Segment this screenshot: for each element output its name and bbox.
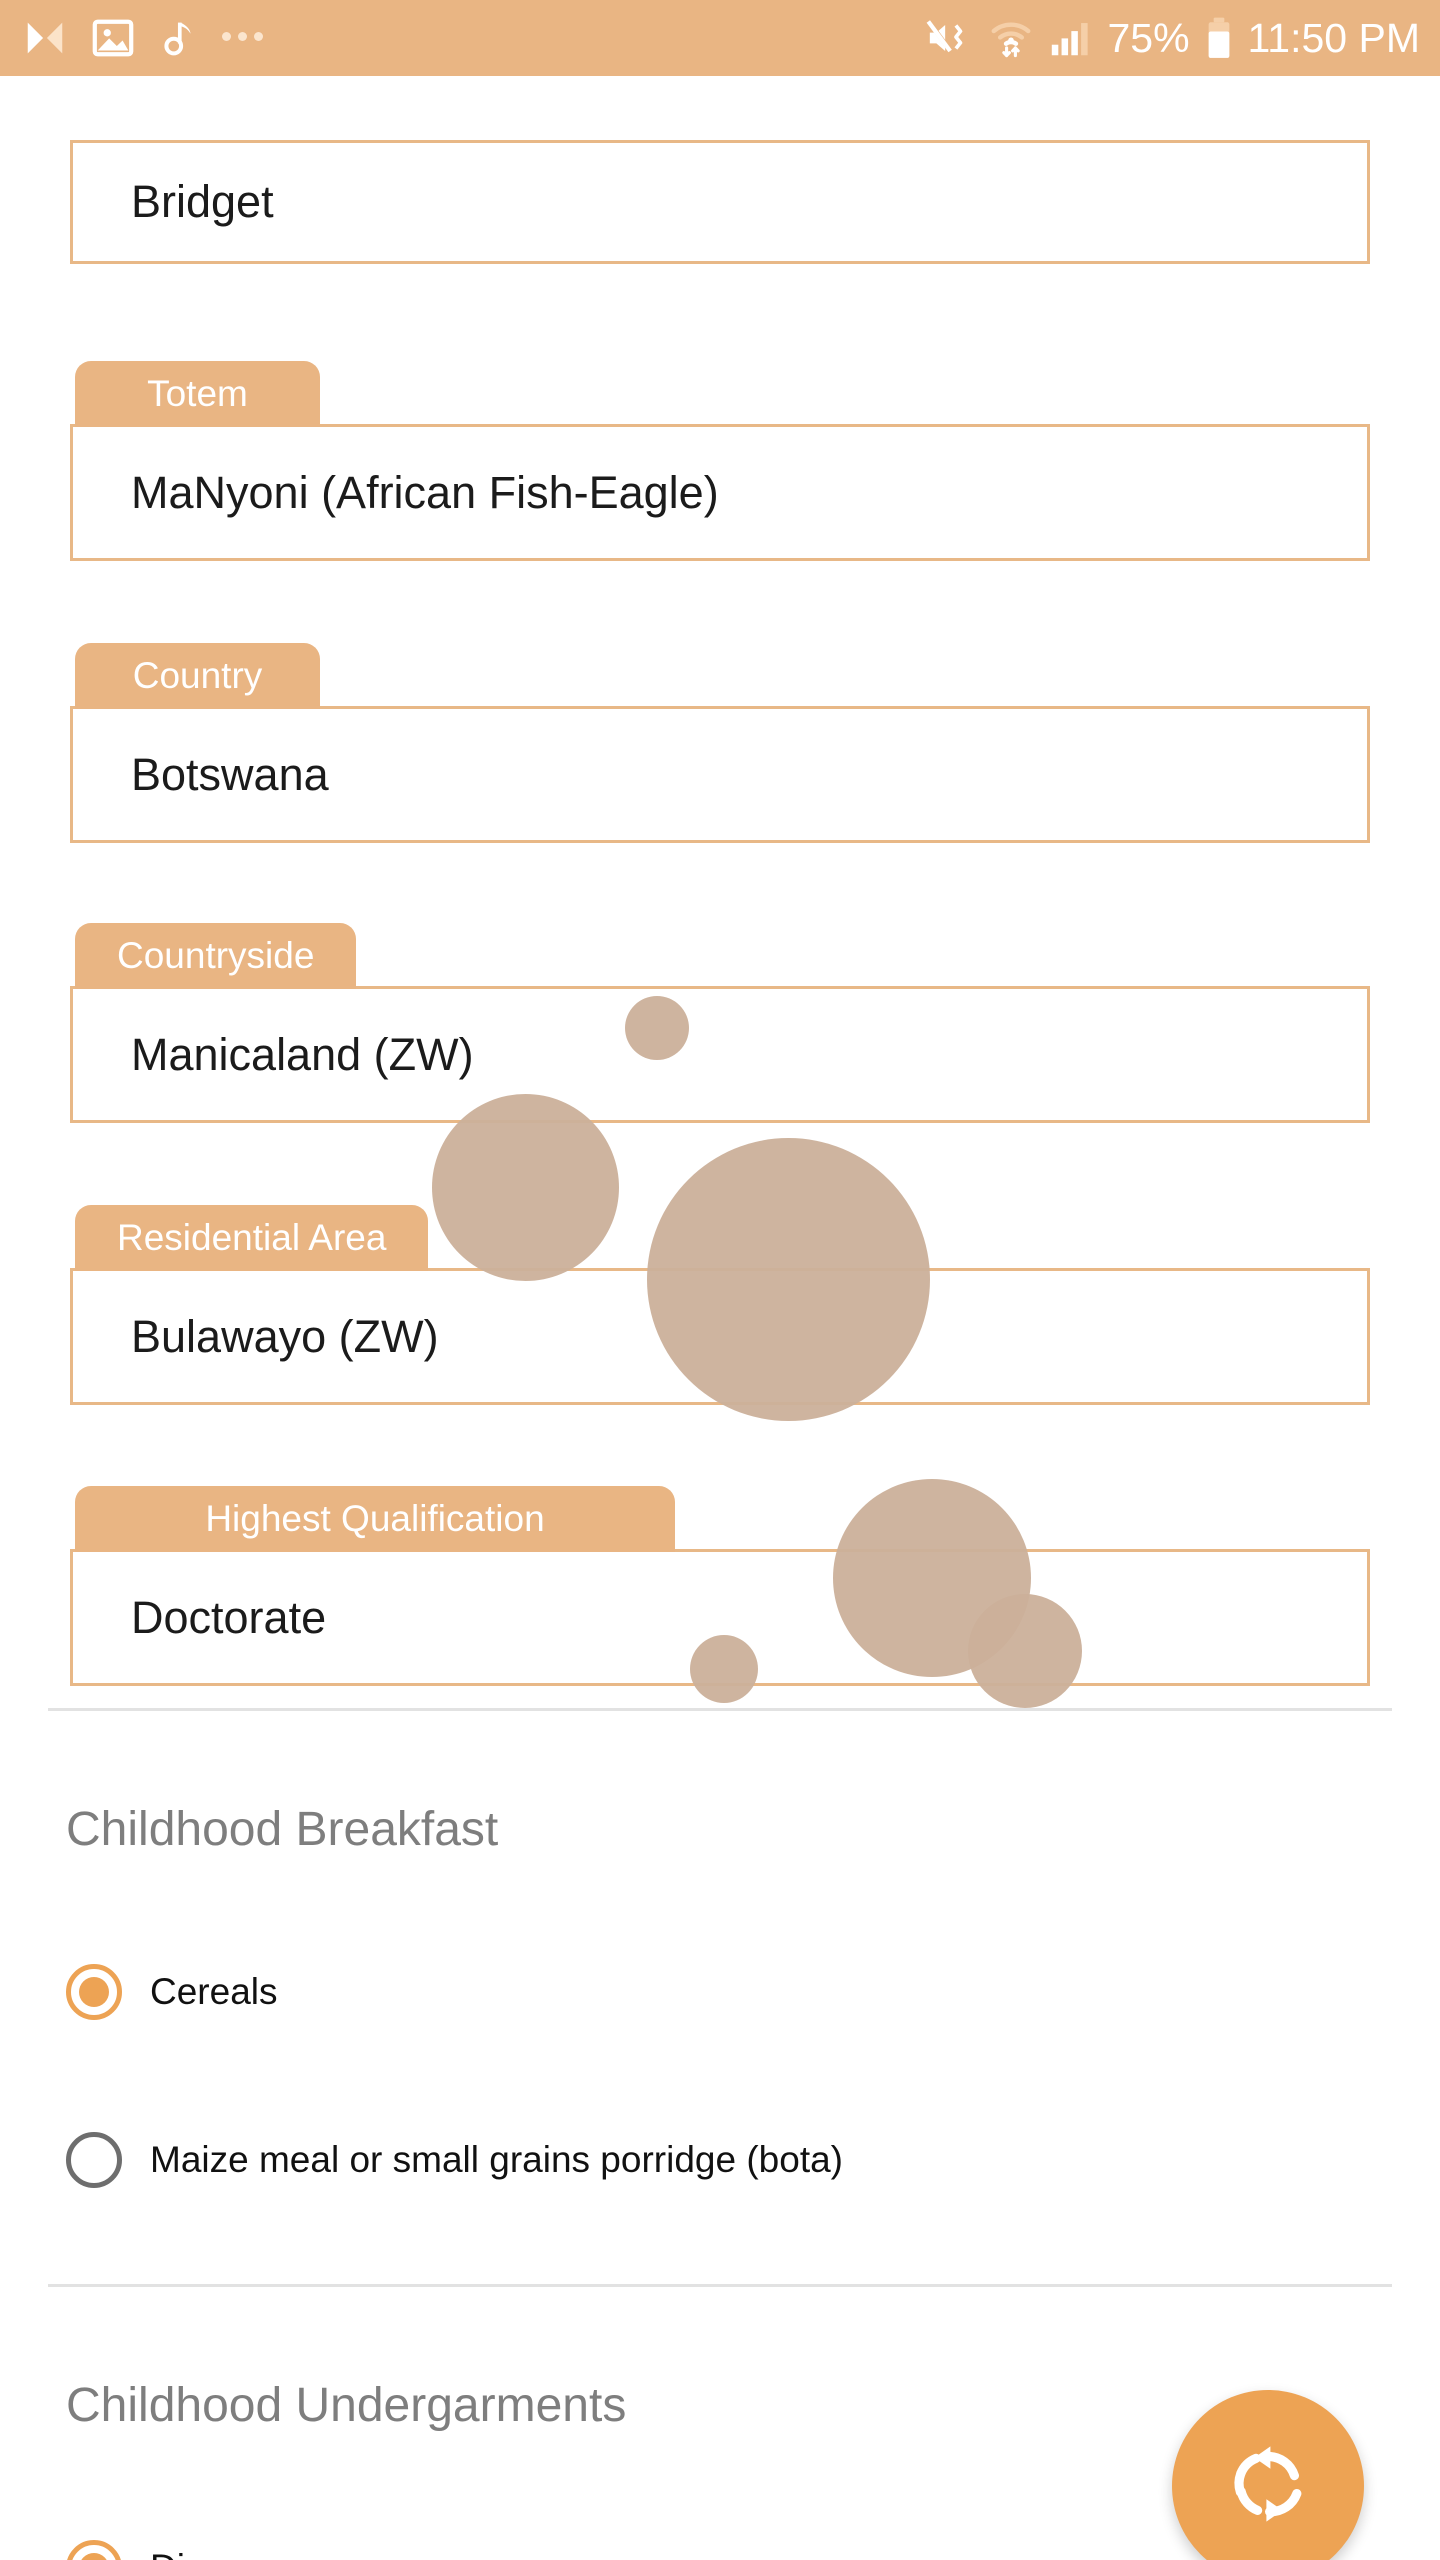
field-country-label: Country [75, 643, 320, 709]
media-player-icon [22, 15, 68, 61]
form-scroll-container[interactable]: Bridget Totem MaNyoni (African Fish-Eagl… [0, 76, 1440, 2560]
sync-refresh-icon [1220, 2436, 1316, 2537]
image-icon [90, 15, 136, 61]
battery-icon [1204, 15, 1234, 61]
section-title-childhood-undergarments: Childhood Undergarments [66, 2379, 627, 2432]
totem-input-value: MaNyoni (African Fish-Eagle) [131, 466, 719, 518]
name-input[interactable]: Bridget [70, 140, 1370, 264]
country-input-value: Botswana [131, 748, 329, 800]
totem-input[interactable]: MaNyoni (African Fish-Eagle) [70, 424, 1370, 561]
mute-vibrate-icon [923, 15, 975, 61]
field-name[interactable]: Bridget [70, 140, 1370, 264]
radio-button-selected-icon[interactable] [66, 2540, 122, 2560]
field-totem-label: Totem [75, 361, 320, 427]
more-dots-icon [222, 31, 263, 45]
radio-button-unselected-icon[interactable] [66, 2132, 122, 2188]
countryside-input[interactable]: Manicaland (ZW) [70, 986, 1370, 1123]
highest-qualification-input-value: Doctorate [131, 1591, 327, 1643]
field-highest-qualification-label: Highest Qualification [75, 1486, 675, 1552]
status-bar-left-icons [22, 15, 263, 61]
field-country[interactable]: Country Botswana [70, 643, 1370, 843]
section-divider-1 [48, 1708, 1392, 1711]
field-residential-area[interactable]: Residential Area Bulawayo (ZW) [70, 1205, 1370, 1405]
section-title-childhood-breakfast: Childhood Breakfast [66, 1803, 499, 1856]
sync-fab-button[interactable] [1172, 2390, 1364, 2560]
clock-label: 11:50 PM [1247, 14, 1420, 61]
radio-option-cereals-label: Cereals [150, 1971, 278, 2012]
section-divider-2 [48, 2284, 1392, 2287]
radio-option-maize-meal-label: Maize meal or small grains porridge (bot… [150, 2139, 843, 2180]
country-input[interactable]: Botswana [70, 706, 1370, 843]
field-countryside-label: Countryside [75, 923, 357, 989]
field-highest-qualification[interactable]: Highest Qualification Doctorate [70, 1486, 1370, 1686]
radio-option-diapers-label: Diapers [150, 2547, 278, 2560]
app-screen: 75% 11:50 PM Bridget Totem MaNyoni (Afri… [0, 0, 1440, 2560]
radio-option-diapers[interactable]: Diapers [66, 2540, 278, 2560]
radio-option-cereals[interactable]: Cereals [66, 1964, 278, 2020]
countryside-input-value: Manicaland (ZW) [131, 1028, 474, 1080]
music-note-icon [158, 15, 200, 61]
cellular-signal-icon [1047, 15, 1093, 61]
status-bar-right-icons: 75% 11:50 PM [923, 15, 1420, 61]
radio-option-maize-meal[interactable]: Maize meal or small grains porridge (bot… [66, 2132, 843, 2188]
residential-area-input[interactable]: Bulawayo (ZW) [70, 1268, 1370, 1405]
name-input-value: Bridget [131, 176, 274, 227]
status-bar: 75% 11:50 PM [0, 0, 1440, 76]
battery-percent-label: 75% [1107, 14, 1190, 61]
field-residential-area-label: Residential Area [75, 1205, 429, 1271]
residential-area-input-value: Bulawayo (ZW) [131, 1310, 439, 1362]
wifi-icon [989, 15, 1033, 61]
field-countryside[interactable]: Countryside Manicaland (ZW) [70, 923, 1370, 1123]
highest-qualification-input[interactable]: Doctorate [70, 1549, 1370, 1686]
radio-button-selected-icon[interactable] [66, 1964, 122, 2020]
field-totem[interactable]: Totem MaNyoni (African Fish-Eagle) [70, 361, 1370, 561]
